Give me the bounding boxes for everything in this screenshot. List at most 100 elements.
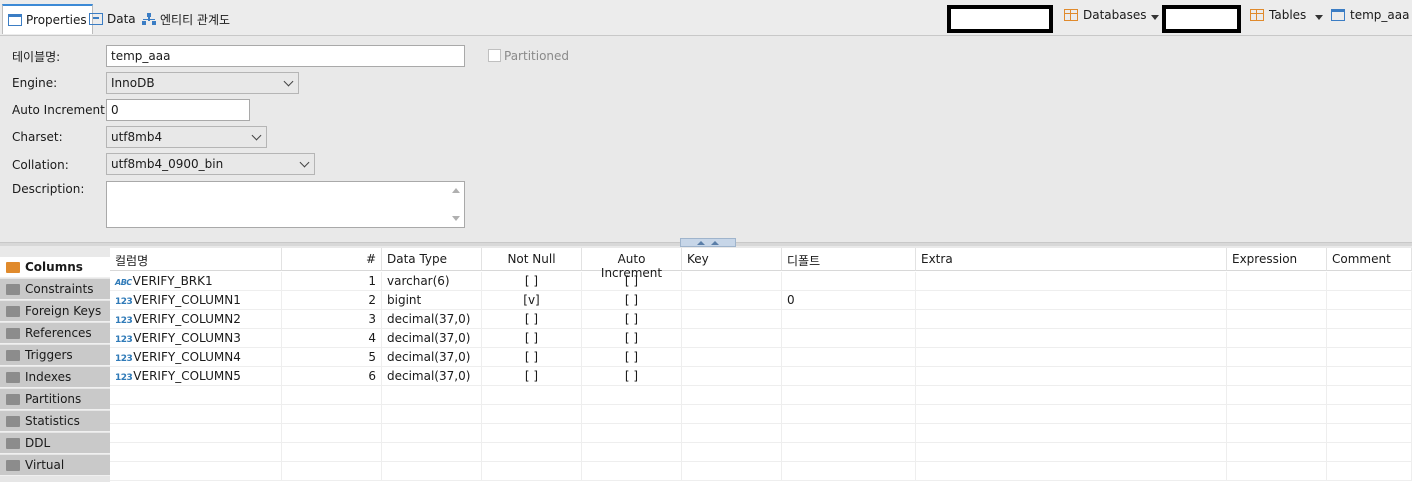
cell-extra[interactable] <box>916 405 1227 424</box>
table-row[interactable]: 123VERIFY_COLUMN1 2 bigint [v][ ] 0 <box>110 291 1412 310</box>
cell-extra[interactable] <box>916 272 1227 291</box>
cell-auto-inc[interactable] <box>582 405 682 424</box>
cell-data-type[interactable]: decimal(37,0) <box>382 329 482 348</box>
column-header-default[interactable]: 디폴트 <box>782 248 916 271</box>
tab-er-diagram[interactable]: 엔티티 관계도 <box>137 4 235 34</box>
cell-key[interactable] <box>682 272 782 291</box>
cell-comment[interactable] <box>1327 310 1412 329</box>
cell-default[interactable] <box>782 310 916 329</box>
cell-num[interactable] <box>282 386 382 405</box>
cell-expression[interactable] <box>1227 424 1327 443</box>
cell-not-null[interactable] <box>482 405 582 424</box>
table-row[interactable]: 123VERIFY_COLUMN4 5 decimal(37,0)[ ][ ] <box>110 348 1412 367</box>
cell-auto-inc[interactable]: [ ] <box>582 348 682 367</box>
cell-expression[interactable] <box>1227 367 1327 386</box>
cell-key[interactable] <box>682 291 782 310</box>
cell-expression[interactable] <box>1227 329 1327 348</box>
cell-default[interactable] <box>782 462 916 481</box>
scroll-down-icon[interactable] <box>452 216 460 221</box>
cell-not-null[interactable]: [ ] <box>482 367 582 386</box>
cell-not-null[interactable] <box>482 443 582 462</box>
empty-row[interactable] <box>110 424 1412 443</box>
empty-row[interactable] <box>110 462 1412 481</box>
side-tab-partitions[interactable]: Partitions <box>0 389 110 410</box>
cell-name[interactable] <box>110 405 282 424</box>
cell-name[interactable] <box>110 462 282 481</box>
side-tab-triggers[interactable]: Triggers <box>0 345 110 366</box>
cell-key[interactable] <box>682 424 782 443</box>
cell-extra[interactable] <box>916 310 1227 329</box>
cell-num[interactable] <box>282 424 382 443</box>
table-name-input[interactable]: temp_aaa <box>106 45 465 67</box>
auto-increment-input[interactable]: 0 <box>106 99 250 121</box>
tab-data[interactable]: Data <box>84 4 141 34</box>
cell-num[interactable]: 6 <box>282 367 382 386</box>
cell-num[interactable]: 5 <box>282 348 382 367</box>
cell-extra[interactable] <box>916 443 1227 462</box>
tab-properties[interactable]: Properties <box>2 4 93 34</box>
cell-default[interactable] <box>782 424 916 443</box>
cell-name[interactable]: ABCVERIFY_BRK1 <box>110 272 282 291</box>
cell-num[interactable]: 2 <box>282 291 382 310</box>
cell-not-null[interactable] <box>482 424 582 443</box>
side-tab-ddl[interactable]: DDL <box>0 433 110 454</box>
cell-name[interactable]: 123VERIFY_COLUMN1 <box>110 291 282 310</box>
cell-auto-inc[interactable] <box>582 443 682 462</box>
cell-not-null[interactable]: [ ] <box>482 272 582 291</box>
cell-comment[interactable] <box>1327 405 1412 424</box>
cell-num[interactable] <box>282 462 382 481</box>
breadcrumb-table[interactable]: temp_aaa <box>1331 8 1409 22</box>
cell-expression[interactable] <box>1227 291 1327 310</box>
cell-name[interactable]: 123VERIFY_COLUMN4 <box>110 348 282 367</box>
scroll-up-icon[interactable] <box>452 188 460 193</box>
cell-key[interactable] <box>682 462 782 481</box>
cell-num[interactable]: 3 <box>282 310 382 329</box>
side-tab-columns[interactable]: Columns <box>0 257 110 278</box>
cell-num[interactable] <box>282 405 382 424</box>
cell-auto-inc[interactable]: [ ] <box>582 291 682 310</box>
table-row[interactable]: ABCVERIFY_BRK1 1 varchar(6)[ ][ ] <box>110 272 1412 291</box>
side-tab-virtual[interactable]: Virtual <box>0 455 110 476</box>
cell-key[interactable] <box>682 443 782 462</box>
cell-expression[interactable] <box>1227 348 1327 367</box>
cell-default[interactable] <box>782 272 916 291</box>
cell-extra[interactable] <box>916 367 1227 386</box>
column-header-name[interactable]: 컬럼명 <box>110 248 282 271</box>
breadcrumb-tables[interactable]: Tables <box>1250 8 1306 22</box>
empty-row[interactable] <box>110 386 1412 405</box>
cell-comment[interactable] <box>1327 367 1412 386</box>
cell-comment[interactable] <box>1327 424 1412 443</box>
cell-extra[interactable] <box>916 386 1227 405</box>
cell-expression[interactable] <box>1227 443 1327 462</box>
cell-not-null[interactable]: [ ] <box>482 310 582 329</box>
partitioned-checkbox[interactable] <box>488 49 501 62</box>
side-tab-indexes[interactable]: Indexes <box>0 367 110 388</box>
cell-expression[interactable] <box>1227 310 1327 329</box>
side-tab-foreign-keys[interactable]: Foreign Keys <box>0 301 110 322</box>
cell-name[interactable] <box>110 386 282 405</box>
chevron-down-icon[interactable] <box>1151 15 1159 20</box>
cell-comment[interactable] <box>1327 443 1412 462</box>
column-header-not-null[interactable]: Not Null <box>482 248 582 271</box>
cell-extra[interactable] <box>916 348 1227 367</box>
table-row[interactable]: 123VERIFY_COLUMN2 3 decimal(37,0)[ ][ ] <box>110 310 1412 329</box>
cell-auto-inc[interactable]: [ ] <box>582 310 682 329</box>
cell-key[interactable] <box>682 367 782 386</box>
cell-comment[interactable] <box>1327 462 1412 481</box>
cell-data-type[interactable]: varchar(6) <box>382 272 482 291</box>
cell-data-type[interactable]: decimal(37,0) <box>382 367 482 386</box>
cell-data-type[interactable]: decimal(37,0) <box>382 310 482 329</box>
cell-num[interactable]: 4 <box>282 329 382 348</box>
column-header-auto-increment[interactable]: Auto Increment <box>582 248 682 280</box>
cell-data-type[interactable] <box>382 443 482 462</box>
chevron-down-icon[interactable] <box>1315 15 1323 20</box>
column-header-key[interactable]: Key <box>682 248 782 271</box>
cell-data-type[interactable] <box>382 405 482 424</box>
cell-comment[interactable] <box>1327 348 1412 367</box>
cell-default[interactable] <box>782 367 916 386</box>
breadcrumb-databases[interactable]: Databases <box>1064 8 1147 22</box>
cell-expression[interactable] <box>1227 386 1327 405</box>
cell-default[interactable] <box>782 443 916 462</box>
description-textarea[interactable] <box>106 181 465 228</box>
column-header-position[interactable]: # <box>282 248 382 271</box>
